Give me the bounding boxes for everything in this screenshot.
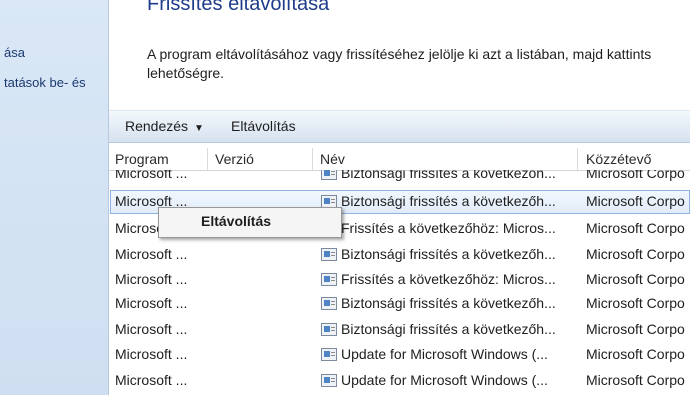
page-description: A program eltávolításához vagy frissítés… — [147, 46, 652, 81]
uninstall-button[interactable]: Eltávolítás — [231, 118, 296, 134]
organize-label: Rendezés — [125, 118, 189, 134]
table-row[interactable]: Microsoft ... Biztonsági frissítés a köv… — [109, 170, 690, 186]
cell-program: Microsoft ... — [115, 271, 188, 287]
cell-program: Microsoft ... — [115, 346, 188, 362]
update-package-icon — [321, 248, 337, 261]
cell-name: Update for Microsoft Windows (... — [341, 346, 548, 362]
cell-name: Biztonsági frissítés a következőh... — [341, 321, 556, 337]
dropdown-arrow-icon: ▼ — [194, 123, 204, 134]
navigation-pane: ása tatások be- és — [0, 0, 108, 395]
column-header: Program Verzió Név Közzétevő — [109, 148, 690, 171]
update-package-icon — [321, 297, 337, 310]
cell-publisher: Microsoft Corpo — [586, 346, 685, 362]
main-content: Frissítés eltávolítása A program eltávol… — [109, 0, 690, 395]
sidebar-item-link-2[interactable]: tatások be- és — [4, 75, 86, 90]
table-row[interactable]: Microsoft ... Biztonsági frissítés a köv… — [109, 292, 690, 316]
organize-button[interactable]: Rendezés ▼ — [125, 118, 204, 134]
cell-publisher: Microsoft Corpo — [586, 246, 685, 262]
update-package-icon — [321, 348, 337, 361]
cell-publisher: Microsoft Corpo — [586, 193, 685, 209]
column-separator[interactable] — [207, 148, 208, 170]
cell-name: Biztonsági frissítés a következőn... — [341, 170, 556, 181]
command-toolbar: Rendezés ▼ Eltávolítás — [109, 110, 690, 143]
cell-program: Microsoft ... — [115, 372, 188, 388]
cell-program: Microsoft ... — [115, 246, 188, 262]
cell-name: Update for Microsoft Windows (... — [341, 372, 548, 388]
table-row[interactable]: Microsoft ... Biztonsági frissítés a köv… — [109, 243, 690, 267]
table-row[interactable]: Microsoft ... Update for Microsoft Windo… — [109, 369, 690, 393]
column-name[interactable]: Név — [320, 151, 345, 167]
table-row[interactable]: Microsoft ... Update for Microsoft Windo… — [109, 343, 690, 367]
context-menu: Eltávolítás — [158, 207, 342, 238]
page-title: Frissítés eltávolítása — [147, 0, 330, 15]
table-row[interactable]: Microsoft ... Biztonsági frissítés a köv… — [109, 318, 690, 342]
cell-publisher: Microsoft Corpo — [586, 220, 685, 236]
update-package-icon — [321, 170, 337, 180]
cell-publisher: Microsoft Corpo — [586, 321, 685, 337]
context-menu-uninstall[interactable]: Eltávolítás — [201, 213, 271, 229]
cell-publisher: Microsoft Corpo — [586, 170, 685, 181]
cell-program: Microsoft ... — [115, 170, 188, 181]
cell-publisher: Microsoft Corpo — [586, 372, 685, 388]
cell-name: Frissítés a következőhöz: Micros... — [341, 220, 556, 236]
cell-publisher: Microsoft Corpo — [586, 295, 685, 311]
cell-name: Biztonsági frissítés a következőh... — [341, 295, 556, 311]
column-program[interactable]: Program — [115, 151, 169, 167]
sidebar-item-link-1[interactable]: ása — [4, 45, 25, 60]
column-separator[interactable] — [577, 148, 578, 170]
cell-name: Biztonsági frissítés a következőh... — [341, 246, 556, 262]
cell-name: Biztonsági frissítés a következőh... — [341, 193, 556, 209]
table-row[interactable]: Microsoft ... Frissítés a következőhöz: … — [109, 268, 690, 292]
cell-program: Microsoft ... — [115, 295, 188, 311]
cell-name: Frissítés a következőhöz: Micros... — [341, 271, 556, 287]
column-publisher[interactable]: Közzétevő — [586, 151, 651, 167]
updates-list: Microsoft ... Biztonsági frissítés a köv… — [109, 170, 690, 395]
column-version[interactable]: Verzió — [215, 151, 254, 167]
update-package-icon — [321, 273, 337, 286]
update-package-icon — [321, 374, 337, 387]
cell-publisher: Microsoft Corpo — [586, 271, 685, 287]
cell-program: Microsoft ... — [115, 321, 188, 337]
column-separator[interactable] — [312, 148, 313, 170]
update-package-icon — [321, 323, 337, 336]
